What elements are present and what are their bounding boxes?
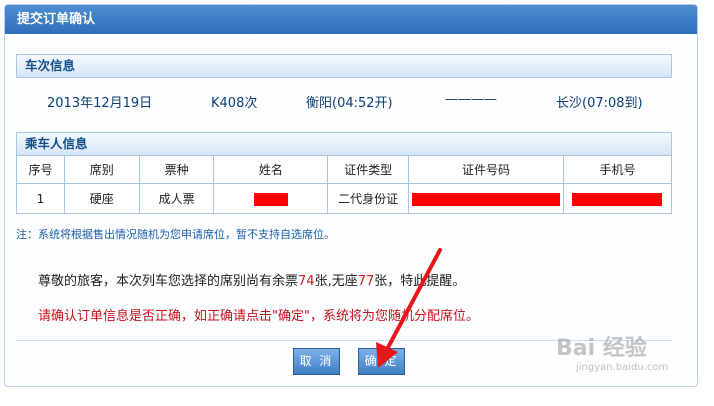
travel-date: 2013年12月19日 [47,96,153,111]
table-header-row: 序号 席别 票种 姓名 证件类型 证件号码 手机号 [16,155,673,184]
column-header-id-number: 证件号码 [408,155,564,184]
arrival-station: 长沙(07:08到) [556,96,643,111]
cell-seat-class: 硬座 [63,183,140,214]
cancel-button[interactable]: 取 消 [293,348,340,375]
standing-count: 77 [357,274,375,289]
watermark-logo: Bai 经验 [556,336,647,361]
availability-mid: 张,无座 [314,274,358,289]
cell-name [213,183,329,214]
route-separator: ———— [445,92,497,107]
redacted-phone [572,192,663,206]
departure-station: 衡阳(04:52开) [306,96,393,111]
redacted-id-number [412,192,560,206]
cell-id-type: 二代身份证 [327,183,410,214]
seat-count: 74 [298,274,315,289]
availability-prefix: 尊敬的旅客，本次列车您选择的席别尚有余票 [38,274,299,289]
train-info-row: 2013年12月19日 K408次 衡阳(04:52开) ———— 长沙(07:… [16,81,672,121]
column-header-id-type: 证件类型 [327,155,410,184]
ticket-availability-message: 尊敬的旅客，本次列车您选择的席别尚有余票74张,无座77张，特此提醒。 [38,270,465,289]
watermark-url: jingyan.baidu.com [576,362,669,373]
cell-ticket-type: 成人票 [138,183,215,214]
train-info-header: 车次信息 [16,54,672,78]
availability-suffix: 张，特此提醒。 [374,274,466,289]
table-row: 1 硬座 成人票 二代身份证 [16,183,673,214]
passenger-table: 序号 席别 票种 姓名 证件类型 证件号码 手机号 1 硬座 成人票 二代身份证 [16,155,673,214]
seat-allocation-note: 注：系统将根据售出情况随机为您申请席位，暂不支持自选席位。 [16,228,335,241]
passenger-info-header: 乘车人信息 [16,132,672,156]
cell-phone [562,183,673,214]
column-header-ticket-type: 票种 [138,155,215,184]
column-header-seat-class: 席别 [63,155,140,184]
baidu-jingyan-watermark: Bai 经验 jingyan.baidu.com [556,330,668,373]
column-header-name: 姓名 [213,155,329,184]
column-header-phone: 手机号 [562,155,673,184]
confirm-button[interactable]: 确 定 [358,348,405,375]
cell-id-number [408,183,564,214]
train-number: K408次 [211,96,258,111]
dialog-title: 提交订单确认 [5,5,697,34]
confirm-instruction: 请确认订单信息是否正确，如正确请点击"确定"，系统将为您随机分配席位。 [38,309,479,324]
cell-index: 1 [16,183,65,214]
column-header-index: 序号 [16,155,65,184]
redacted-name [253,192,288,206]
